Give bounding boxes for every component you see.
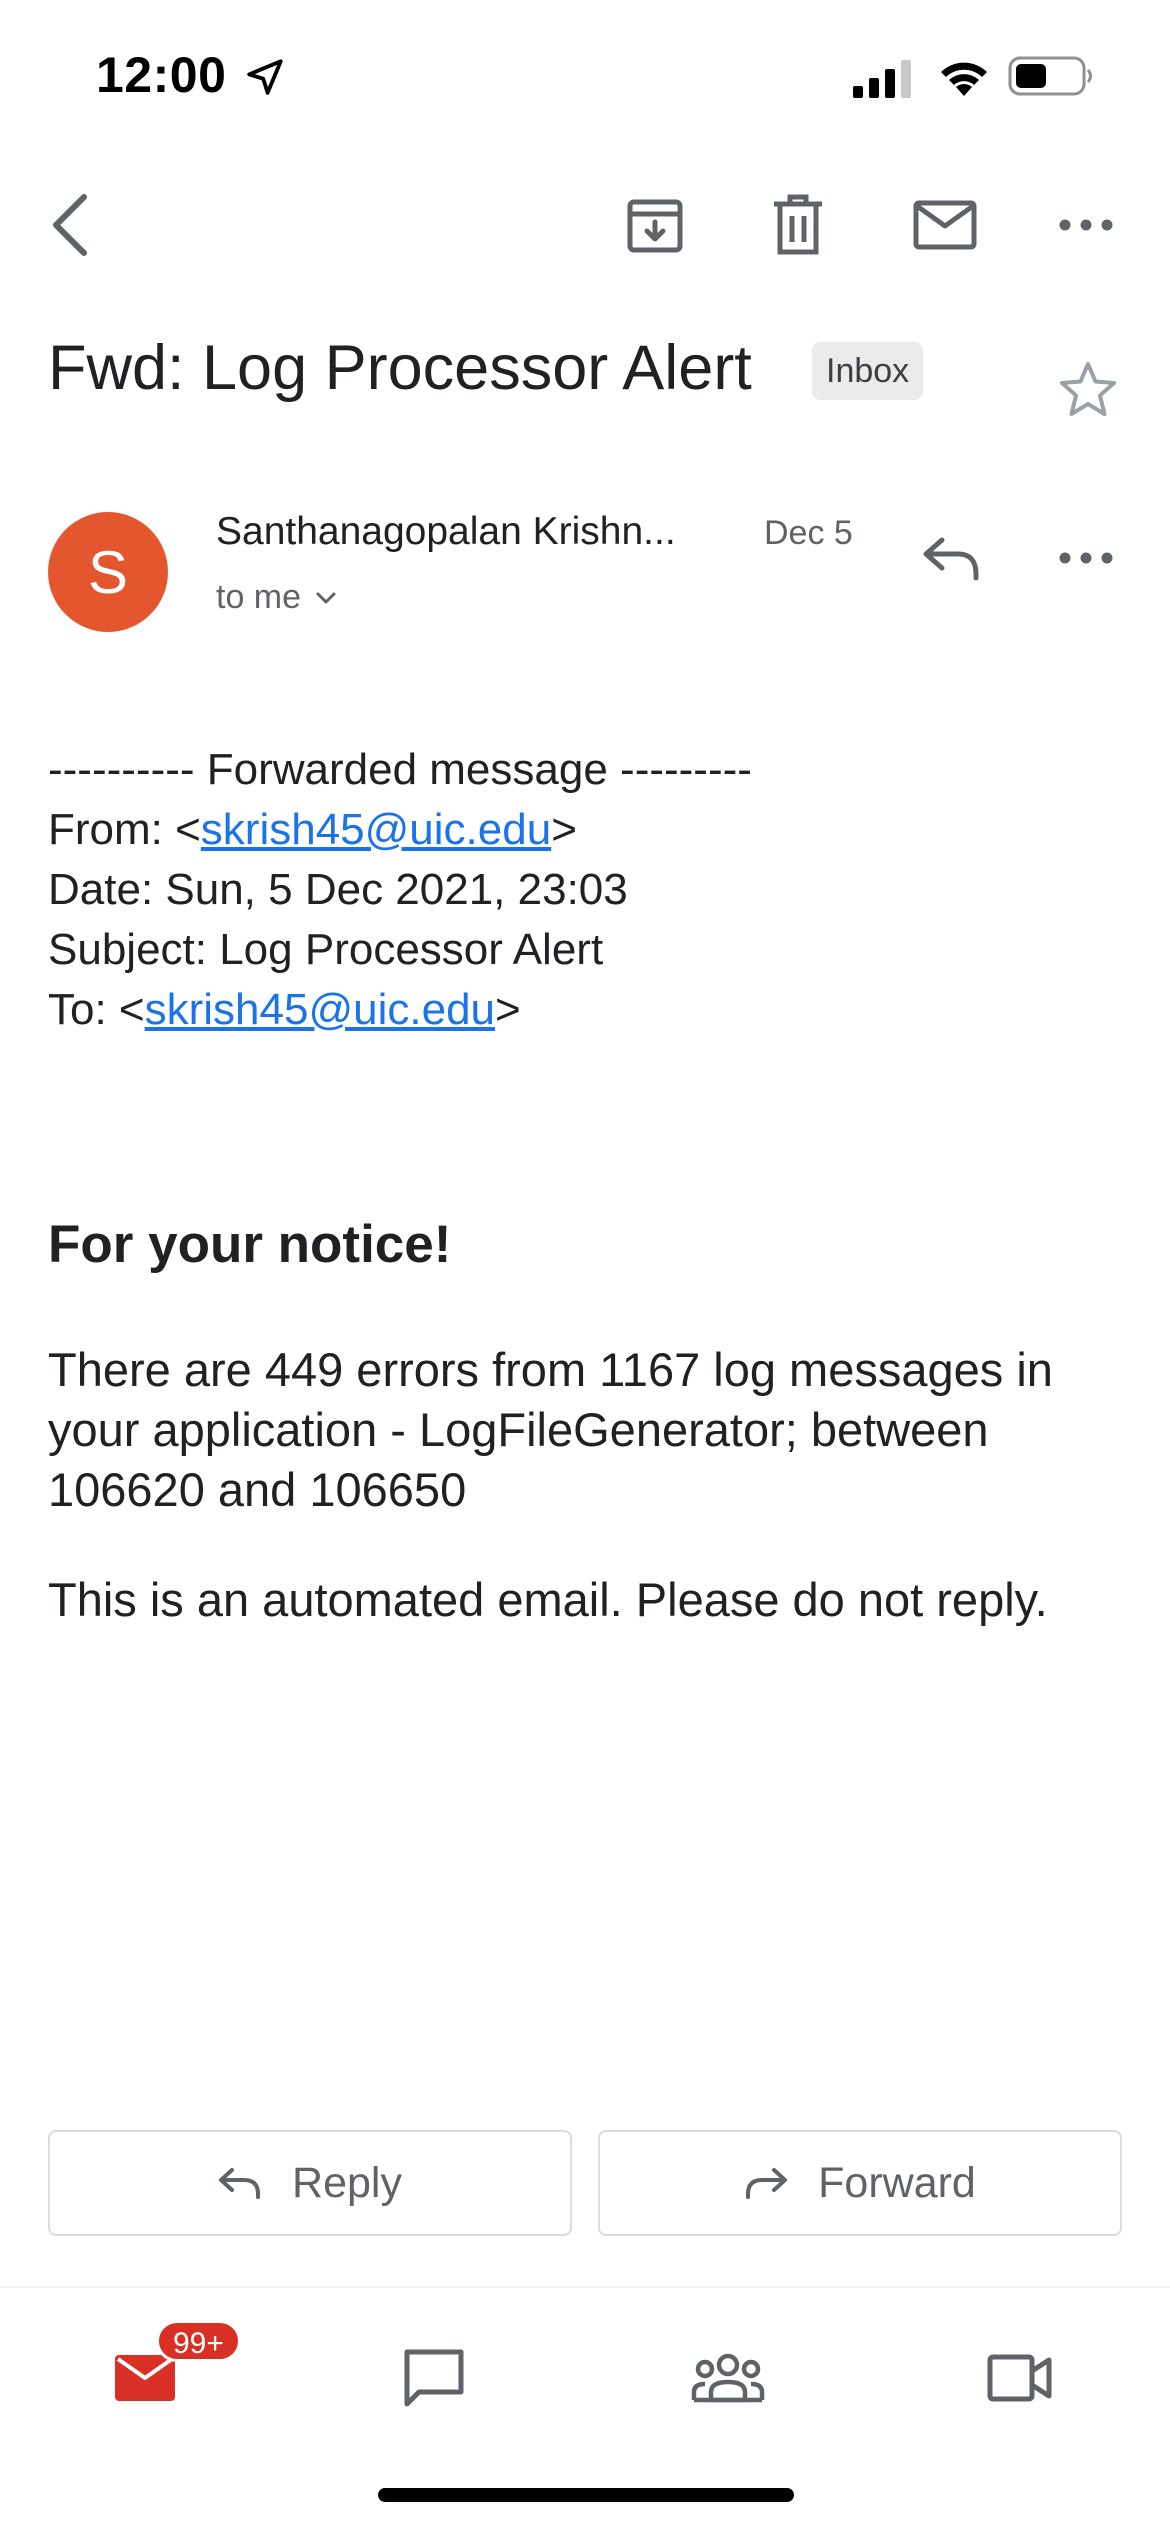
to-suffix: >	[495, 985, 521, 1034]
cellular-signal-icon	[853, 60, 911, 98]
from-email-link[interactable]: skrish45@uic.edu	[201, 805, 551, 854]
nav-chat-tab[interactable]	[374, 2328, 494, 2428]
alert-paragraph: There are 449 errors from 1167 log messa…	[48, 1343, 1053, 1516]
delete-button[interactable]	[758, 170, 838, 280]
more-options-button[interactable]	[1046, 170, 1126, 280]
back-icon	[53, 194, 87, 256]
status-time: 12:00	[96, 47, 227, 103]
wifi-icon	[941, 62, 987, 96]
home-indicator[interactable]	[378, 2488, 794, 2502]
forwarded-date: Date: Sun, 5 Dec 2021, 23:03	[48, 865, 628, 914]
forward-button[interactable]: Forward	[598, 2130, 1122, 2236]
forwarded-subject: Subject: Log Processor Alert	[48, 925, 604, 974]
avatar[interactable]: S	[48, 512, 168, 632]
star-icon	[1060, 362, 1116, 416]
recipient-label: to me	[216, 578, 302, 616]
unread-count-badge: 99+	[156, 2320, 241, 2362]
email-toolbar	[0, 170, 1170, 280]
from-suffix: >	[551, 805, 577, 854]
forwarded-message-block: ---------- Forwarded message --------- F…	[48, 740, 1128, 1040]
quick-reply-button[interactable]	[912, 518, 992, 598]
nav-meet-tab[interactable]	[960, 2328, 1080, 2428]
battery-icon	[1008, 56, 1092, 96]
notice-heading: For your notice!	[48, 1215, 452, 1274]
forwarded-to: To: <skrish45@uic.edu>	[48, 980, 1128, 1040]
chat-icon	[404, 2349, 464, 2407]
mark-unread-icon	[913, 200, 977, 250]
subject-row: Fwd: Log Processor Alert Inbox	[48, 320, 1128, 420]
delete-icon	[774, 194, 822, 255]
nav-spaces-tab[interactable]	[668, 2328, 788, 2428]
reply-icon	[923, 537, 979, 581]
more-icon	[1059, 552, 1113, 564]
inbox-label-badge[interactable]: Inbox	[812, 342, 924, 400]
more-icon	[1059, 219, 1113, 231]
email-subject: Fwd: Log Processor Alert	[48, 333, 752, 403]
reply-icon	[219, 2168, 261, 2199]
chevron-down-icon	[316, 592, 336, 603]
recipient-details-toggle[interactable]: to me	[216, 578, 337, 617]
automated-notice-paragraph: This is an automated email. Please do no…	[48, 1573, 1048, 1626]
forward-label: Forward	[818, 2158, 976, 2207]
reply-label: Reply	[292, 2158, 402, 2207]
status-bar: 12:00	[0, 0, 1170, 150]
reply-button[interactable]: Reply	[48, 2130, 572, 2236]
forward-icon	[746, 2168, 788, 2199]
from-prefix: From: <	[48, 805, 201, 854]
sender-row: S Santhanagopalan Krishn... Dec 5 to me	[0, 500, 1170, 640]
forwarded-from: From: <skrish45@uic.edu>	[48, 800, 1128, 860]
spaces-icon	[691, 2353, 765, 2403]
location-arrow-icon	[247, 59, 283, 95]
archive-icon	[627, 199, 683, 253]
message-more-button[interactable]	[1046, 518, 1126, 598]
to-prefix: To: <	[48, 985, 145, 1034]
meet-icon	[987, 2354, 1052, 2402]
sender-name[interactable]: Santhanagopalan Krishn...	[216, 510, 726, 554]
mark-unread-button[interactable]	[900, 170, 990, 280]
archive-button[interactable]	[615, 170, 695, 280]
forwarded-header: ---------- Forwarded message ---------	[48, 745, 752, 794]
mail-icon	[115, 2355, 175, 2401]
to-email-link[interactable]: skrish45@uic.edu	[145, 985, 495, 1034]
email-date: Dec 5	[764, 514, 853, 552]
back-button[interactable]	[30, 170, 110, 280]
star-button[interactable]	[1050, 352, 1126, 428]
